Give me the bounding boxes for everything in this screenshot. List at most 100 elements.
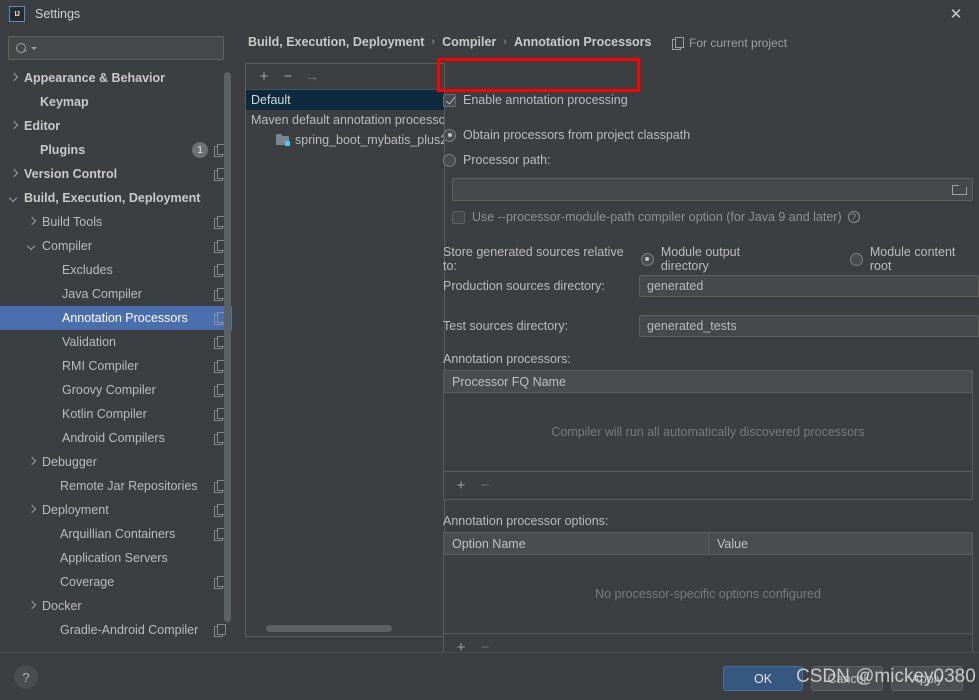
chevron-right-icon[interactable] [8, 120, 21, 133]
breadcrumb-part-0[interactable]: Build, Execution, Deployment [248, 35, 424, 49]
search-field-wrapper [8, 36, 224, 60]
profile-list-item[interactable]: Maven default annotation processors prof… [246, 110, 444, 130]
profiles-toolbar: + − → [246, 64, 444, 90]
sidebar-item-android-compilers[interactable]: Android Compilers [0, 426, 232, 450]
processors-column-fqname[interactable]: Processor FQ Name [444, 371, 972, 392]
processor-path-radio[interactable] [443, 153, 456, 167]
close-icon[interactable]: ✕ [933, 0, 979, 28]
sidebar-item-editor[interactable]: Editor [0, 114, 232, 138]
sidebar-item-arquillian-containers[interactable]: Arquillian Containers [0, 522, 232, 546]
sidebar-scrollbar-thumb[interactable] [224, 72, 231, 622]
profile-list-item[interactable]: Default [246, 90, 444, 110]
chevron-right-icon[interactable] [26, 216, 39, 229]
sidebar-item-excludes[interactable]: Excludes [0, 258, 232, 282]
processor-module-path-row[interactable]: Use --processor-module-path compiler opt… [452, 210, 860, 224]
processors-table-footer: + − [444, 471, 972, 498]
remove-processor-button[interactable]: − [476, 476, 494, 494]
chevron-right-icon[interactable] [26, 504, 39, 517]
sidebar-item-debugger[interactable]: Debugger [0, 450, 232, 474]
obtain-from-classpath-radio[interactable] [443, 128, 456, 142]
sidebar-item-version-control[interactable]: Version Control [0, 162, 232, 186]
sidebar-item-label: Annotation Processors [62, 311, 188, 325]
scope-indicator: For current project [672, 36, 787, 50]
breadcrumb-part-1[interactable]: Compiler [442, 35, 496, 49]
add-processor-button[interactable]: + [452, 476, 470, 494]
production-sources-input[interactable] [639, 275, 979, 297]
sidebar-item-deployment[interactable]: Deployment [0, 498, 232, 522]
profile-list-item-label: spring_boot_mybatis_plus2 [295, 133, 444, 147]
chevron-right-icon[interactable] [26, 600, 39, 613]
sidebar-item-label: Validation [62, 335, 116, 349]
sidebar-item-label: Appearance & Behavior [24, 71, 166, 85]
chevron-down-icon[interactable] [26, 240, 39, 253]
sidebar-item-build-execution-deployment[interactable]: Build, Execution, Deployment [0, 186, 232, 210]
sidebar-item-java-compiler[interactable]: Java Compiler [0, 282, 232, 306]
browse-folder-icon[interactable] [952, 184, 967, 196]
help-icon[interactable]: ? [847, 211, 860, 223]
search-input[interactable] [37, 41, 223, 55]
sidebar-item-plugins[interactable]: Plugins 1 [0, 138, 232, 162]
module-content-root-option[interactable]: Module content root [849, 245, 979, 273]
plugin-update-badge: 1 [192, 142, 208, 158]
profile-list-item[interactable]: spring_boot_mybatis_plus2 [246, 130, 444, 150]
chevron-right-icon[interactable] [26, 456, 39, 469]
sidebar-item-appearance-behavior[interactable]: Appearance & Behavior [0, 66, 232, 90]
intellij-logo-icon: IJ [9, 6, 25, 22]
enable-annotation-processing-checkbox[interactable] [443, 93, 456, 107]
sidebar-item-label: Android Compilers [62, 431, 165, 445]
profiles-panel: + − → Default Maven default annotation pr… [245, 63, 445, 637]
module-content-root-radio[interactable] [849, 252, 863, 266]
settings-tree[interactable]: Appearance & Behavior Keymap Editor Plugins… [0, 66, 232, 652]
profiles-list[interactable]: Default Maven default annotation processo… [246, 90, 444, 150]
sidebar-item-docker[interactable]: Docker [0, 594, 232, 618]
processor-path-field[interactable] [452, 178, 973, 201]
chevron-down-icon[interactable] [8, 192, 21, 205]
enable-annotation-processing-row[interactable]: Enable annotation processing [443, 93, 628, 107]
sidebar-item-rmi-compiler[interactable]: RMI Compiler [0, 354, 232, 378]
sidebar-item-kotlin-compiler[interactable]: Kotlin Compiler [0, 402, 232, 426]
obtain-from-classpath-row[interactable]: Obtain processors from project classpath [443, 128, 690, 142]
search-box[interactable] [8, 36, 224, 60]
module-output-directory-option[interactable]: Module output directory [640, 245, 790, 273]
profile-list-item-label: Default [251, 93, 291, 107]
chevron-right-icon[interactable] [8, 168, 21, 181]
sidebar-item-label: Debugger [42, 455, 97, 469]
processors-empty-message: Compiler will run all automatically disc… [551, 425, 865, 439]
sidebar-item-keymap[interactable]: Keymap [0, 90, 232, 114]
sidebar-item-label: Version Control [24, 167, 118, 181]
sidebar-item-annotation-processors[interactable]: Annotation Processors [0, 306, 232, 330]
sidebar-item-application-servers[interactable]: Application Servers [0, 546, 232, 570]
sidebar-item-remote-jar-repositories[interactable]: Remote Jar Repositories [0, 474, 232, 498]
processors-table-body: Compiler will run all automatically disc… [444, 393, 972, 471]
test-sources-input[interactable] [639, 315, 979, 337]
remove-profile-button[interactable]: − [276, 66, 300, 88]
options-column-value[interactable]: Value [709, 533, 972, 554]
profiles-hscrollbar-thumb[interactable] [266, 625, 392, 632]
sidebar-item-validation[interactable]: Validation [0, 330, 232, 354]
sidebar-item-build-tools[interactable]: Build Tools [0, 210, 232, 234]
add-profile-button[interactable]: + [252, 66, 276, 88]
processor-module-path-checkbox[interactable] [452, 210, 465, 224]
move-to-profile-button[interactable]: → [300, 66, 324, 88]
module-output-directory-label: Module output directory [660, 245, 741, 273]
ok-button[interactable]: OK [723, 666, 803, 691]
sidebar-item-gradle-android-compiler[interactable]: Gradle-Android Compiler [0, 618, 232, 642]
processor-path-row[interactable]: Processor path: [443, 153, 551, 167]
chevron-right-icon[interactable] [8, 72, 21, 85]
processors-table-title: Annotation processors: [443, 352, 571, 366]
production-sources-row: Production sources directory: [443, 275, 979, 297]
sidebar-item-groovy-compiler[interactable]: Groovy Compiler [0, 378, 232, 402]
options-column-name[interactable]: Option Name [444, 533, 709, 554]
help-button[interactable]: ? [14, 665, 38, 689]
sidebar-item-coverage[interactable]: Coverage [0, 570, 232, 594]
processor-module-path-label: Use --processor-module-path compiler opt… [472, 210, 842, 224]
obtain-from-classpath-label: Obtain processors from project classpath [463, 128, 691, 142]
sidebar-item-compiler[interactable]: Compiler [0, 234, 232, 258]
breadcrumb-part-2[interactable]: Annotation Processors [514, 35, 652, 49]
module-output-directory-radio[interactable] [640, 252, 654, 266]
